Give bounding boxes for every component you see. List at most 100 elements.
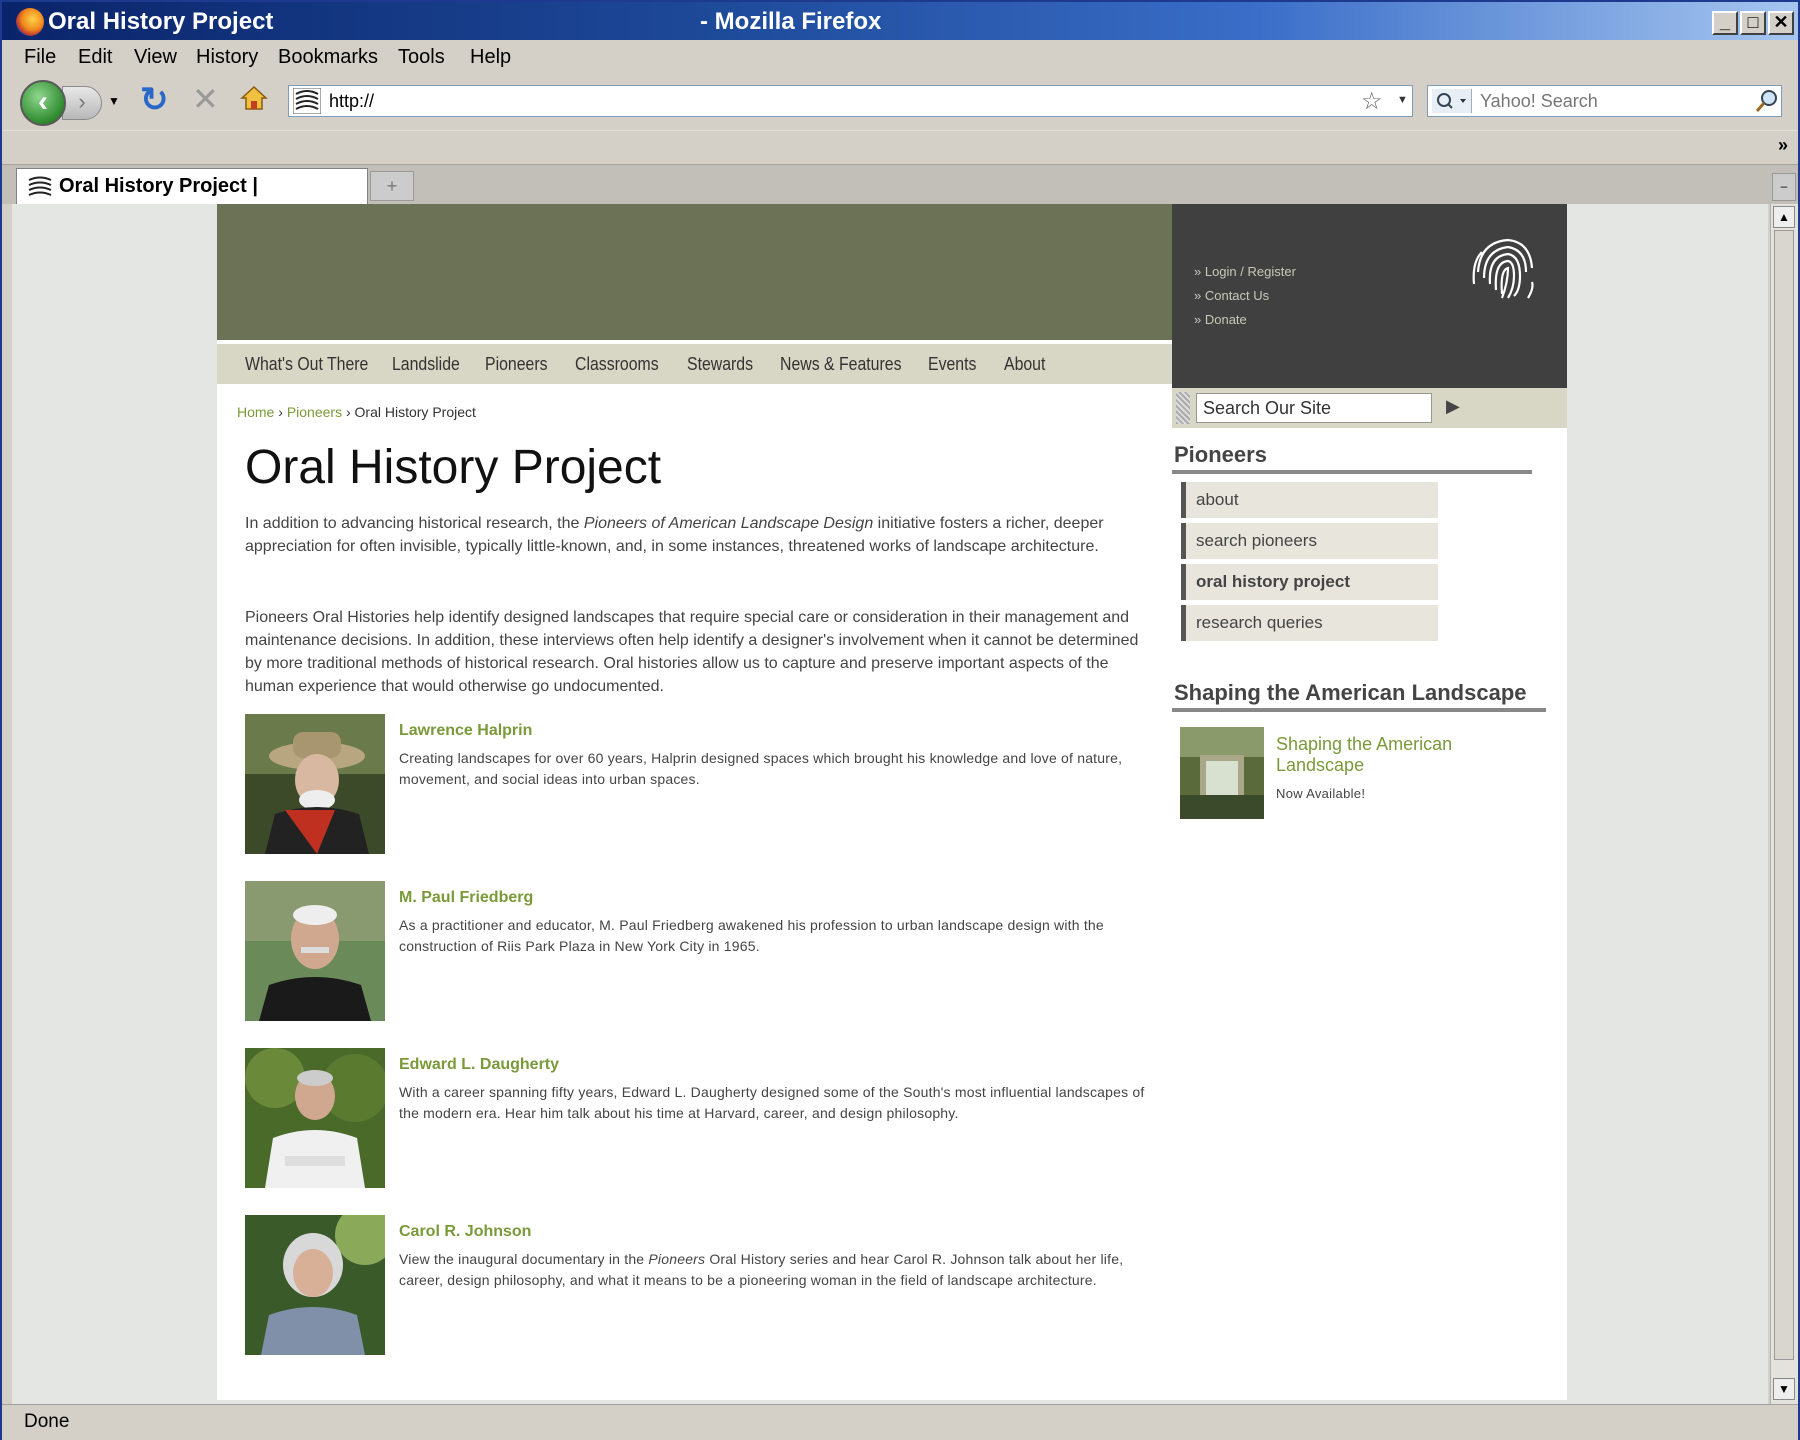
sidebar-item-search-pioneers[interactable]: search pioneers (1181, 523, 1438, 559)
close-button[interactable]: ✕ (1768, 11, 1794, 35)
person-description: View the inaugural documentary in the Pi… (399, 1249, 1149, 1291)
tab-list-icon[interactable]: – (1772, 173, 1796, 201)
shaping-link-line: Shaping the American (1276, 734, 1453, 754)
contact-us-link[interactable]: » Contact Us (1194, 288, 1269, 303)
person-name[interactable]: Carol R. Johnson (399, 1223, 531, 1241)
person-item: Carol R. Johnson View the inaugural docu… (245, 1215, 1155, 1355)
person-description: With a career spanning fifty years, Edwa… (399, 1084, 1145, 1121)
firefox-logo-icon (16, 8, 44, 36)
scroll-up-icon[interactable]: ▲ (1773, 206, 1795, 228)
shaping-note: Now Available! (1276, 786, 1366, 801)
menu-help[interactable]: Help (470, 46, 511, 69)
bookmarks-overflow-icon[interactable]: » (1778, 135, 1788, 156)
site-search-input[interactable]: Search Our Site (1196, 393, 1432, 423)
search-submit-icon[interactable]: ▶ (1446, 396, 1460, 417)
reload-icon[interactable]: ↻ (140, 80, 169, 120)
sidebar-item-label: search pioneers (1196, 531, 1317, 550)
desc-italic: Pioneers (648, 1251, 706, 1267)
sidebar-item-research-queries[interactable]: research queries (1181, 605, 1438, 641)
header-banner (217, 204, 1172, 340)
stop-icon[interactable]: ✕ (192, 80, 219, 118)
sidebar-divider (1172, 470, 1532, 474)
nav-events[interactable]: Events (928, 354, 976, 375)
shaping-divider (1172, 708, 1546, 712)
maximize-button[interactable]: □ (1740, 11, 1766, 35)
sidebar-heading: Pioneers (1174, 442, 1267, 467)
url-dropdown-icon[interactable]: ▼ (1397, 94, 1408, 106)
home-icon[interactable] (240, 84, 268, 112)
nav-about[interactable]: About (1004, 354, 1045, 375)
breadcrumb-pioneers[interactable]: Pioneers (287, 404, 342, 420)
url-bar[interactable]: http:// ☆ ▼ (288, 85, 1413, 117)
intro-italic: Pioneers of American Landscape Design (583, 515, 874, 532)
nav-stewards[interactable]: Stewards (687, 354, 753, 375)
intro-paragraph-2: Pioneers Oral Histories help identify de… (245, 609, 1139, 695)
search-grip-icon (1176, 392, 1190, 424)
breadcrumb-separator: › (345, 404, 351, 420)
back-button[interactable]: ‹ (20, 80, 66, 126)
shaping-heading: Shaping the American Landscape (1174, 680, 1527, 705)
nav-pioneers[interactable]: Pioneers (485, 354, 548, 375)
tab-oral-history[interactable]: Oral History Project | (16, 168, 368, 204)
url-text: http:// (329, 91, 375, 111)
breadcrumb: Home › Pioneers › Oral History Project (237, 404, 476, 420)
menu-bar: File Edit View History Bookmarks Tools H… (2, 40, 1798, 74)
breadcrumb-current: Oral History Project (354, 404, 476, 420)
site-nav: What's Out There Landslide Pioneers Clas… (217, 340, 1172, 384)
friedberg-photo[interactable] (245, 881, 385, 1021)
status-text: Done (24, 1411, 70, 1432)
breadcrumb-home[interactable]: Home (237, 404, 274, 420)
person-description: Creating landscapes for over 60 years, H… (399, 750, 1123, 787)
menu-tools[interactable]: Tools (398, 46, 445, 69)
shaping-link-line: Landscape (1276, 755, 1365, 775)
person-name[interactable]: Edward L. Daugherty (399, 1056, 559, 1074)
menu-history[interactable]: History (196, 46, 258, 69)
nav-classrooms[interactable]: Classrooms (575, 354, 659, 375)
johnson-photo[interactable] (245, 1215, 385, 1355)
sidebar-item-label: about (1196, 490, 1239, 509)
nav-landslide[interactable]: Landslide (392, 354, 460, 375)
scroll-thumb[interactable] (1774, 230, 1794, 1360)
person-name[interactable]: Lawrence Halprin (399, 722, 532, 740)
shaping-link[interactable]: Shaping the American Landscape (1276, 734, 1452, 776)
nav-whats-out-there[interactable]: What's Out There (245, 354, 368, 375)
person-description: As a practitioner and educator, M. Paul … (399, 917, 1104, 954)
scroll-down-icon[interactable]: ▼ (1773, 1378, 1795, 1400)
tab-favicon-icon (27, 175, 53, 199)
new-tab-button[interactable]: + (370, 171, 414, 201)
login-register-link[interactable]: » Login / Register (1194, 264, 1296, 279)
vertical-scrollbar[interactable]: ▲ ▼ (1770, 204, 1798, 1404)
status-bar: Done (2, 1404, 1798, 1440)
nav-news-features[interactable]: News & Features (780, 354, 901, 375)
person-item: Lawrence Halprin Creating landscapes for… (245, 714, 1155, 854)
window-title: Oral History Project (48, 8, 274, 35)
menu-edit[interactable]: Edit (78, 46, 112, 69)
intro-paragraph-1: In addition to advancing historical rese… (245, 512, 1140, 558)
minimize-button[interactable]: _ (1712, 11, 1738, 35)
menu-bookmarks[interactable]: Bookmarks (278, 46, 378, 69)
menu-view[interactable]: View (134, 46, 177, 69)
intro-text: In addition to advancing historical rese… (245, 515, 584, 532)
bookmark-star-icon[interactable]: ☆ (1361, 87, 1383, 116)
sidebar-item-oral-history[interactable]: oral history project (1181, 564, 1438, 600)
forward-button[interactable]: › (62, 86, 102, 120)
history-dropdown-icon[interactable]: ▼ (108, 94, 120, 108)
search-go-icon[interactable] (1754, 88, 1780, 114)
desc-text: View the inaugural documentary in the (399, 1251, 649, 1267)
bookmarks-toolbar: » (2, 130, 1798, 164)
search-placeholder: Yahoo! Search (1480, 91, 1598, 111)
menu-file[interactable]: File (24, 46, 56, 69)
site-favicon-icon (292, 87, 322, 115)
search-bar[interactable]: Yahoo! Search (1427, 85, 1782, 117)
halprin-photo[interactable] (245, 714, 385, 854)
app-name: - Mozilla Firefox (700, 8, 882, 35)
daugherty-photo[interactable] (245, 1048, 385, 1188)
search-engine-icon[interactable] (1432, 89, 1472, 113)
utility-panel: » Login / Register » Contact Us » Donate (1172, 204, 1567, 388)
donate-link[interactable]: » Donate (1194, 312, 1247, 327)
shaping-thumbnail[interactable] (1180, 727, 1264, 819)
site-search-row: Search Our Site ▶ (1172, 388, 1567, 428)
person-name[interactable]: M. Paul Friedberg (399, 889, 533, 907)
fingerprint-logo-icon (1468, 232, 1538, 302)
sidebar-item-about[interactable]: about (1181, 482, 1438, 518)
